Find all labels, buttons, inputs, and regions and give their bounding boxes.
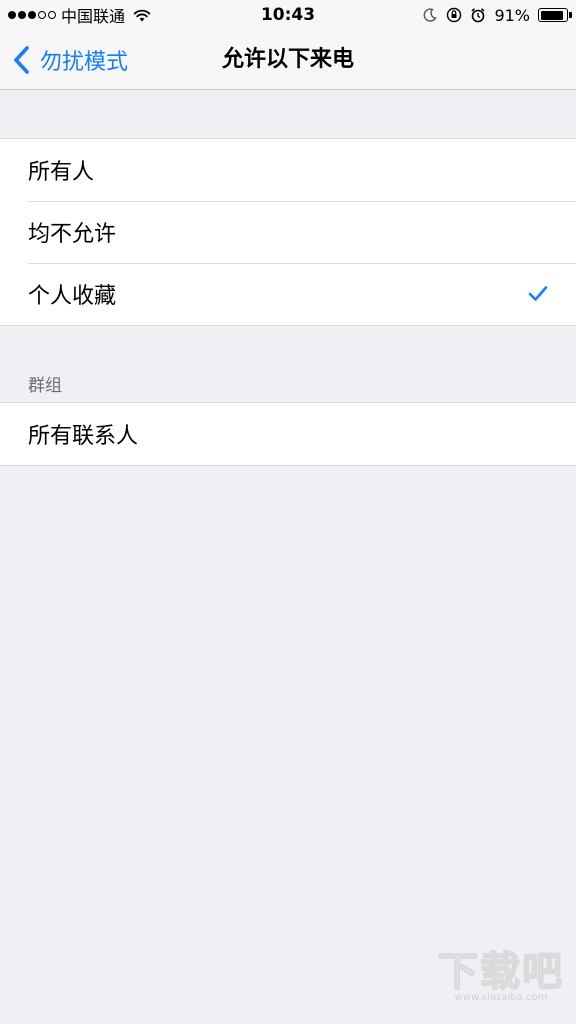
signal-dot bbox=[8, 11, 16, 19]
option-row-all-contacts[interactable]: 所有联系人 bbox=[0, 403, 576, 465]
option-row-everyone[interactable]: 所有人 bbox=[0, 139, 576, 201]
wifi-icon bbox=[133, 9, 151, 22]
battery-level bbox=[540, 10, 564, 20]
groups-list: 所有联系人 bbox=[0, 402, 576, 466]
option-row-no-one[interactable]: 均不允许 bbox=[0, 201, 576, 263]
option-label: 均不允许 bbox=[28, 222, 117, 247]
section-header-groups: 群组 bbox=[28, 376, 62, 396]
back-button[interactable]: 勿扰模式 bbox=[12, 30, 128, 89]
back-button-label: 勿扰模式 bbox=[40, 49, 129, 75]
option-row-favorites[interactable]: 个人收藏 bbox=[0, 263, 576, 325]
watermark-text: 下载吧 bbox=[437, 948, 564, 996]
allow-calls-options: 所有人 均不允许 个人收藏 bbox=[0, 138, 576, 326]
alarm-icon bbox=[471, 8, 485, 23]
signal-strength-icon bbox=[8, 11, 56, 19]
moon-icon bbox=[424, 8, 438, 22]
signal-dot bbox=[38, 11, 46, 19]
signal-dot bbox=[28, 11, 36, 19]
status-bar-left: 中国联通 bbox=[8, 4, 151, 26]
signal-dot bbox=[18, 11, 26, 19]
option-label: 所有人 bbox=[28, 160, 95, 185]
battery-tip bbox=[569, 12, 572, 18]
screen: 中国联通 10:43 91% 勿扰模式 允许以下来电 所有人 均不允许 个人收藏… bbox=[0, 0, 576, 1024]
navigation-bar: 勿扰模式 允许以下来电 bbox=[0, 30, 576, 90]
signal-dot bbox=[48, 11, 56, 19]
battery-percentage: 91% bbox=[494, 5, 530, 25]
status-bar-right: 91% bbox=[422, 4, 572, 26]
option-label: 所有联系人 bbox=[28, 424, 139, 449]
chevron-left-icon bbox=[14, 45, 29, 74]
carrier-name: 中国联通 bbox=[61, 7, 126, 26]
option-label: 个人收藏 bbox=[28, 284, 117, 309]
status-bar: 中国联通 10:43 91% bbox=[0, 0, 576, 30]
battery-icon bbox=[538, 8, 572, 22]
checkmark-icon bbox=[528, 286, 548, 301]
orientation-lock-icon bbox=[447, 7, 462, 23]
watermark-logo: 下载吧 www.xiazaiba.com bbox=[434, 946, 568, 1016]
